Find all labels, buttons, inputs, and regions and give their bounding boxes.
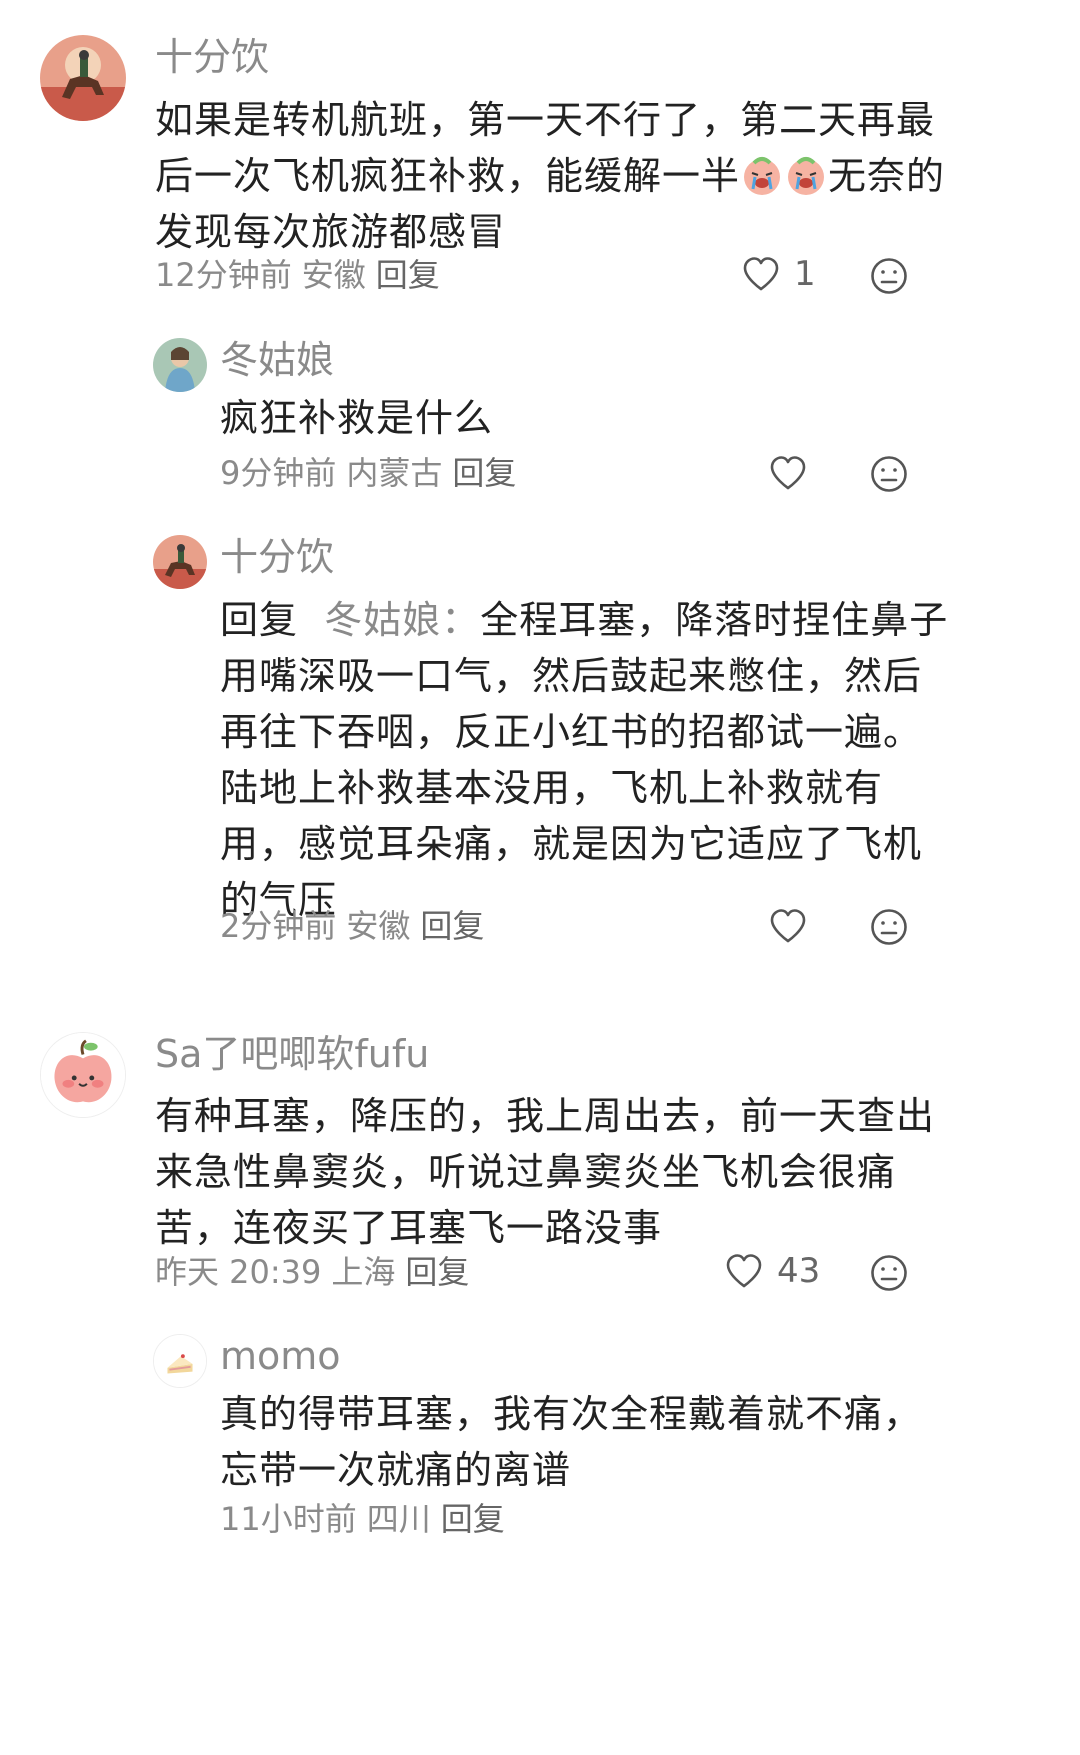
like-button[interactable]: 1 [742,254,822,296]
reply-time: 2分钟前 [220,907,337,945]
like-count: 43 [777,1251,821,1291]
heart-outline-icon[interactable] [769,455,807,491]
crying-face-emoji [744,157,781,195]
reply-button[interactable]: 回复 [441,1500,505,1538]
reply-line: 再往下吞咽，反正小红书的招都试一遍。 [220,710,923,754]
comment-line: 苦，连夜买了耳塞飞一路没事 [155,1206,663,1250]
comment-location: 安徽 [301,256,366,294]
comment-meta: 昨天 20:39 上海 回复 [155,1252,479,1292]
heart-outline-icon[interactable] [769,908,807,944]
comment-text: 如果是转机航班，第一天不行了，第二天再最 后一次飞机疯狂补救，能缓解一半 无奈的 … [155,92,946,260]
reply-meta: 11小时前 四川 回复 [220,1499,515,1539]
mention-link[interactable]: 冬姑娘： [324,598,480,642]
reply-line: 忘带一次就痛的离谱 [220,1448,572,1492]
neutral-face-icon[interactable] [870,455,908,493]
reply-button[interactable]: 回复 [452,454,516,492]
crying-face-emoji [788,157,825,195]
reply-prefix: 回复 [220,598,299,642]
reply-text: 疯狂补救是什么 [220,390,920,446]
heart-outline-icon [743,257,779,291]
reply-meta: 9分钟前 内蒙古 回复 [220,453,526,493]
reply-button[interactable]: 回复 [420,907,484,945]
comment-line: 有种耳塞，降压的，我上周出去，前一天查出 [155,1094,936,1138]
reply-location: 安徽 [346,907,411,945]
comment-line: 如果是转机航班，第一天不行了，第二天再最 [155,98,936,142]
avatar[interactable] [153,535,207,589]
reply-line: 用，感觉耳朵痛，就是因为它适应了飞机 [220,822,923,866]
comment-text: 有种耳塞，降压的，我上周出去，前一天查出 来急性鼻窦炎，听说过鼻窦炎坐飞机会很痛… [155,1088,935,1256]
reply-meta: 2分钟前 安徽 回复 [220,906,494,946]
reply-line: 真的得带耳塞，我有次全程戴着就不痛， [220,1392,923,1436]
reply-username[interactable]: momo [220,1334,341,1378]
heart-outline-icon [726,1254,762,1288]
comment-line: 来急性鼻窦炎，听说过鼻窦炎坐飞机会很痛 [155,1150,897,1194]
comment-line: 后一次飞机疯狂补救，能缓解一半 无奈的 [155,154,946,198]
reply-text: 回复 冬姑娘：全程耳塞，降落时捏住鼻子 用嘴深吸一口气，然后鼓起来憋住，然后 再… [220,592,949,928]
reply-username[interactable]: 冬姑娘 [220,338,334,382]
neutral-face-icon[interactable] [870,908,908,946]
avatar[interactable] [40,1032,126,1118]
reply-time: 9分钟前 [220,454,337,492]
comment-username[interactable]: Sa了吧唧软fufu [155,1032,429,1076]
comment-time: 昨天 20:39 [155,1253,322,1291]
reply-line: 回复 冬姑娘：全程耳塞，降落时捏住鼻子 [220,598,949,642]
reply-line: 用嘴深吸一口气，然后鼓起来憋住，然后 [220,654,923,698]
comment-time: 12分钟前 [155,256,292,294]
comment-location: 上海 [331,1253,396,1291]
reply-location: 内蒙古 [346,454,443,492]
reply-text: 真的得带耳塞，我有次全程戴着就不痛， 忘带一次就痛的离谱 [220,1386,940,1498]
neutral-face-icon[interactable] [870,1254,908,1292]
reply-button[interactable]: 回复 [405,1253,469,1291]
avatar[interactable] [40,35,126,121]
comment-username[interactable]: 十分饮 [155,35,269,79]
comment-line: 发现每次旅游都感冒 [155,210,507,254]
reply-line: 疯狂补救是什么 [220,396,494,440]
avatar[interactable] [153,338,207,392]
comment-meta: 12分钟前 安徽 回复 [155,255,450,295]
reply-time: 11小时前 [220,1500,357,1538]
reply-location: 四川 [366,1500,431,1538]
avatar[interactable] [153,1334,207,1388]
reply-button[interactable]: 回复 [376,256,440,294]
like-count: 1 [794,254,816,294]
reply-line: 陆地上补救基本没用，飞机上补救就有 [220,766,884,810]
reply-username[interactable]: 十分饮 [220,535,334,579]
like-button[interactable]: 43 [725,1251,825,1293]
neutral-face-icon[interactable] [870,257,908,295]
